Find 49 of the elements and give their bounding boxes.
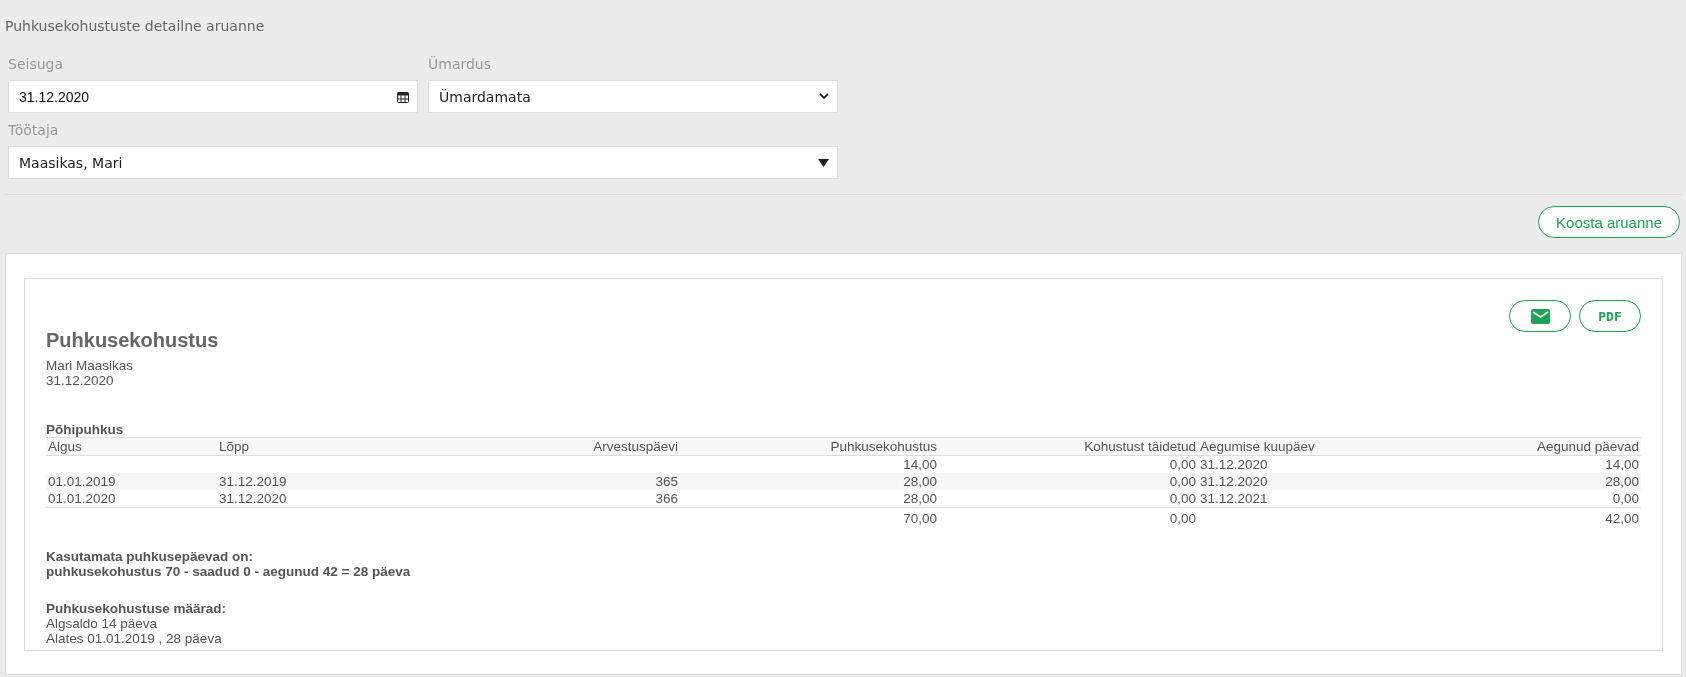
summary-formula: puhkusekohustus 70 - saadud 0 - aegunud 42 = 28 päeva bbox=[46, 564, 412, 579]
table-cell-text: 31.12.2019 bbox=[219, 473, 288, 490]
column-header: Lõpp bbox=[219, 438, 251, 455]
table-cell-text: 0,00 bbox=[1168, 490, 1196, 507]
rate-line: Algsaldo 14 päeva bbox=[46, 616, 159, 631]
table-cell-text: 01.01.2020 bbox=[48, 490, 117, 507]
table-cell-text: 28,00 bbox=[1604, 473, 1639, 490]
table-cell-text: 28,00 bbox=[902, 473, 937, 490]
caret-down-icon bbox=[818, 158, 829, 167]
section-heading: Põhipuhkus bbox=[46, 422, 125, 437]
email-button[interactable] bbox=[1509, 300, 1571, 332]
column-header: Aegumise kuupäev bbox=[1200, 438, 1316, 455]
table-cell-text: 31.12.2021 bbox=[1200, 490, 1269, 507]
page-title: Puhkusekohustuste detailne aruanne bbox=[4, 17, 266, 36]
report-date: 31.12.2020 bbox=[46, 373, 115, 388]
summary-heading: Kasutamata puhkusepäevad on: bbox=[46, 549, 255, 564]
employee-select[interactable]: Maasikas, Mari bbox=[8, 146, 838, 179]
table-cell-text: 31.12.2020 bbox=[1200, 473, 1269, 490]
rate-line: Alates 01.01.2019 , 28 päeva bbox=[46, 631, 223, 646]
date-field[interactable]: 31.12.2020 bbox=[8, 80, 418, 113]
chevron-down-icon bbox=[819, 93, 829, 100]
table-cell-text: 0,00 bbox=[1168, 473, 1196, 490]
table-cell-text: 01.01.2019 bbox=[48, 473, 117, 490]
column-header: Kohustust täidetud bbox=[1083, 438, 1196, 455]
column-header: Aegunud päevad bbox=[1535, 438, 1639, 455]
envelope-icon bbox=[1530, 308, 1550, 324]
table-cell-text: 28,00 bbox=[902, 490, 937, 507]
total-cell-text: 42,00 bbox=[1604, 510, 1639, 527]
calendar-icon[interactable] bbox=[397, 90, 409, 103]
table-cell-text: 366 bbox=[654, 490, 678, 507]
table-cell-text: 365 bbox=[654, 473, 678, 490]
report-title: Puhkusekohustus bbox=[46, 329, 220, 352]
total-cell-text: 0,00 bbox=[1168, 510, 1196, 527]
total-cell-text: 70,00 bbox=[902, 510, 937, 527]
table-cell-text: 14,00 bbox=[1604, 456, 1639, 473]
field-label: Ümardus bbox=[428, 56, 493, 74]
table-cell-text: 0,00 bbox=[1168, 456, 1196, 473]
table-cell-text: 14,00 bbox=[902, 456, 937, 473]
rates-heading: Puhkusekohustuse määrad: bbox=[46, 601, 228, 616]
table-cell-text: 0,00 bbox=[1611, 490, 1639, 507]
table-cell-text: 31.12.2020 bbox=[219, 490, 288, 507]
field-label: Töötaja bbox=[8, 122, 60, 140]
column-header: Puhkusekohustus bbox=[829, 438, 937, 455]
column-header: Arvestuspäevi bbox=[592, 438, 678, 455]
column-header: Algus bbox=[48, 438, 83, 455]
employee-name: Mari Maasikas bbox=[46, 358, 135, 373]
field-label: Seisuga bbox=[8, 56, 65, 74]
rounding-select[interactable]: Ümardamata bbox=[428, 80, 838, 113]
table-cell-text: 31.12.2020 bbox=[1200, 456, 1269, 473]
